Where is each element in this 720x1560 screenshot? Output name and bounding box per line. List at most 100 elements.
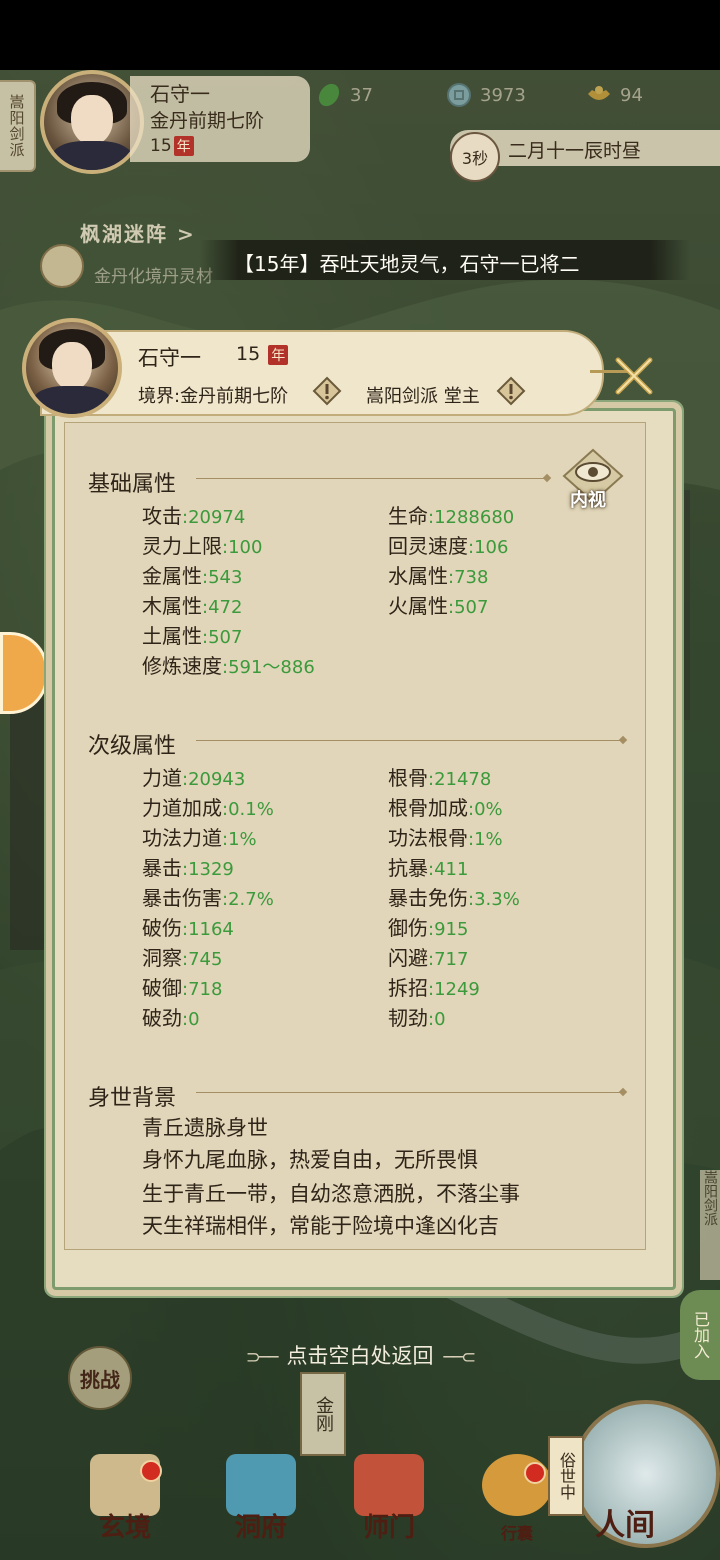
calendar-date: 二月十一辰时昼 [508,140,642,162]
stat-label: 功法力道 [142,826,222,850]
stat-label: 修炼速度 [142,654,222,678]
nav-xuanjing[interactable]: 玄境 [70,1440,180,1550]
stat-value: :1% [468,829,503,850]
quest-title[interactable]: 枫湖迷阵 > [80,218,196,247]
ingot-icon [588,86,610,100]
stat-label: 攻击 [142,504,182,528]
background-line: 青丘遗脉身世 [142,1116,268,1140]
stat-strength-bonus: 力道加成:0.1% [142,792,274,821]
stat-value: :1164 [182,919,234,940]
stat-value: :745 [182,949,223,970]
nav-shimen[interactable]: 师门 [334,1440,444,1550]
stat-value: :20943 [182,769,246,790]
stat-value: :106 [468,537,509,558]
realm-info-icon[interactable] [312,376,342,406]
stat-value: :507 [202,627,243,648]
stat-label: 灵力上限 [142,534,222,558]
right-sect-tag[interactable]: 嵩阳剑派 [700,1170,720,1280]
stat-value: :20974 [182,507,246,528]
bell-icon[interactable] [40,244,84,288]
stat-label: 水属性 [388,564,448,588]
nav-label: 洞府 [234,1513,287,1543]
stat-label: 根骨加成 [388,796,468,820]
leaf-icon [318,83,340,107]
stat-value: :915 [428,919,469,940]
stat-value: :2.7% [222,889,274,910]
stat-value: :472 [202,597,243,618]
player-avatar[interactable] [40,70,144,174]
stat-label: 土属性 [142,624,202,648]
stat-value: :411 [428,859,469,880]
stat-mana-regen: 回灵速度:106 [388,530,508,559]
avatar-robe [33,386,111,414]
character-sect: 嵩阳剑派 堂主 [366,386,480,407]
stat-value: :100 [222,537,263,558]
hint-text: 点击空白处返回 [286,1344,434,1368]
inner-view-label[interactable]: 内视 [570,486,606,512]
stat-value: :717 [428,949,469,970]
stat-label: 洞察 [142,946,182,970]
year-badge: 年 [173,136,194,156]
resource-leaf-value: 37 [350,84,373,106]
stat-attack: 攻击:20974 [142,500,245,529]
stat-earth: 土属性:507 [142,620,242,649]
character-age: 15 年 [236,343,289,365]
resource-coin[interactable]: 3973 [446,82,526,108]
stat-constitution-bonus: 根骨加成:0% [388,792,503,821]
stat-technique-strength: 功法力道:1% [142,822,257,851]
nav-label: 行囊 [500,1524,533,1543]
stat-pierce: 破伤:1164 [142,912,234,941]
stat-cultivation-speed: 修炼速度:591～886 [142,650,315,679]
stat-label: 功法根骨 [388,826,468,850]
stat-technique-constitution: 功法根骨:1% [388,822,503,851]
stat-label: 回灵速度 [388,534,468,558]
stat-break-force: 破劲:0 [142,1002,200,1031]
news-ticker-text: 【15年】吞吐天地灵气，石守一已将二 [234,252,580,276]
stat-label: 闪避 [388,946,428,970]
stat-label: 御伤 [388,916,428,940]
time-countdown: 3秒 [450,132,500,182]
background-title: 身世背景 [88,1086,177,1111]
tap-to-return-hint[interactable]: ⊃── 点击空白处返回 ──⊂ [0,1340,720,1370]
character-realm: 境界:金丹前期七阶 [138,386,289,407]
resource-leaf[interactable]: 37 [316,82,373,108]
stat-guard: 御伤:915 [388,912,468,941]
section-divider [196,740,622,741]
year-badge: 年 [268,345,289,365]
stat-crit-reduction: 暴击免伤:3.3% [388,882,520,911]
age-value: 15 [150,136,172,156]
stat-value: :0% [468,799,503,820]
stat-value: :1% [222,829,257,850]
stat-fire: 火属性:507 [388,590,488,619]
notification-dot [524,1462,546,1484]
stat-counter: 拆招:1249 [388,972,480,1001]
nav-label: 玄境 [98,1513,151,1543]
stat-label: 拆招 [388,976,428,1000]
avatar-face [70,95,114,146]
player-age: 15 年 [150,136,194,156]
stat-value: :1329 [182,859,234,880]
character-avatar [22,318,122,418]
sect-tag[interactable]: 嵩阳剑派 [0,80,36,172]
sect-info-icon[interactable] [496,376,526,406]
close-icon[interactable] [612,354,656,398]
nav-dongfu[interactable]: 洞府 [206,1440,316,1550]
stat-label: 火属性 [388,594,448,618]
stat-value: :507 [448,597,489,618]
background-line: 身怀九尾血脉，热爱自由，无所畏惧 [142,1148,478,1172]
stat-wood: 木属性:472 [142,590,242,619]
resource-ingot[interactable]: 94 [586,82,643,108]
stat-label: 韧劲 [388,1006,428,1030]
section-divider [196,478,546,479]
stat-dodge: 闪避:717 [388,942,468,971]
nav-label: 师门 [362,1513,415,1543]
stat-label: 根骨 [388,766,428,790]
background-line: 生于青丘一带，自幼恣意洒脱，不落尘事 [142,1182,520,1206]
stat-label: 暴击伤害 [142,886,222,910]
stat-constitution: 根骨:21478 [388,762,491,791]
avatar-face [51,342,93,391]
player-realm: 金丹前期七阶 [150,110,265,132]
nav-renjian[interactable]: 人间 [570,1440,680,1550]
hint-ornament-right: ──⊂ [443,1347,477,1368]
stat-label: 金属性 [142,564,202,588]
